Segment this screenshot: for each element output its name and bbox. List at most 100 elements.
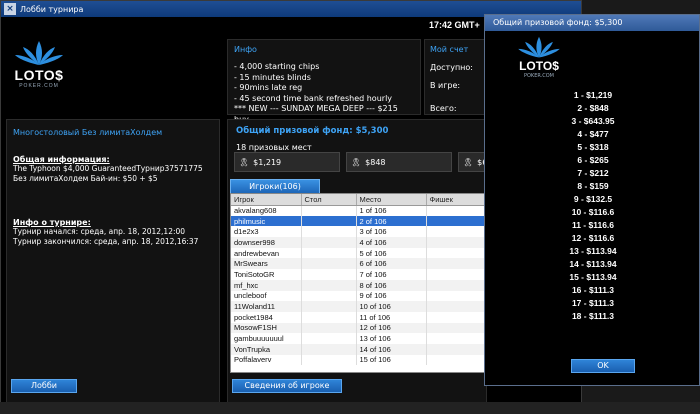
payout-line: 4 - $477	[577, 129, 609, 139]
place-cell: 14 of 106	[356, 343, 427, 355]
payout-line: 16 - $111.3	[571, 285, 615, 295]
player-name-cell: uncleboof	[231, 290, 302, 302]
table-cell	[301, 343, 357, 355]
award-icon: 🎗	[463, 157, 474, 167]
chips-cell	[426, 354, 486, 366]
table-row[interactable]: MrSwears 6 of 106	[231, 258, 486, 270]
tournament-info-panel: Многостоловый Без лимитаХолдем Общая инф…	[6, 119, 220, 403]
award-icon: 🎗	[351, 157, 362, 167]
table-row[interactable]: pocket1984 11 of 106	[231, 311, 486, 323]
payout-line: 2 - $848	[577, 103, 609, 113]
table-cell	[301, 215, 357, 227]
chips-cell	[426, 311, 486, 323]
status-bar	[0, 402, 700, 414]
col-player[interactable]: Игрок	[231, 194, 302, 206]
tab-players[interactable]: Игроки(106)	[230, 179, 320, 193]
payout-list: 1 - $1,219 2 - $848 3 - $643.95 4 - $477 5 -…	[485, 89, 700, 323]
payout-line: 17 - $111.3	[571, 298, 615, 308]
logo-subtext: POKER.COM	[19, 83, 59, 89]
chips-cell	[426, 301, 486, 312]
place-cell: 7 of 106	[356, 269, 427, 280]
player-name-cell: mf_hxc	[231, 279, 302, 291]
info-list: - 4,000 starting chips - 15 minutes blin…	[234, 62, 414, 125]
game-type-title: Многостоловый Без лимитаХолдем	[13, 128, 163, 137]
logo-text: LOTO$	[14, 67, 64, 83]
table-row[interactable]: MosowF1SH 12 of 106	[231, 322, 486, 334]
chips-cell	[426, 290, 486, 302]
payout-line: 5 - $318	[577, 142, 609, 152]
table-cell	[301, 279, 357, 291]
payout-value: $848	[365, 157, 386, 167]
table-row[interactable]: ToniSotoGR 7 of 106	[231, 269, 486, 280]
player-name-cell: d1e2x3	[231, 226, 302, 238]
award-icon: 🎗	[239, 157, 250, 167]
logo-text: LOTO$	[519, 59, 559, 73]
table-cell	[301, 247, 357, 259]
col-place[interactable]: Место	[356, 194, 427, 206]
paid-places: 18 призовых мест	[236, 143, 312, 152]
col-table[interactable]: Стол	[301, 194, 357, 206]
chips-cell	[426, 215, 486, 227]
prize-panel: Общий призовой фонд: $5,300 18 призовых …	[227, 119, 487, 403]
window-title: Лобби турнира	[20, 4, 84, 14]
table-row[interactable]: philmusic 2 of 106	[231, 215, 486, 227]
lotus-icon	[15, 41, 63, 65]
lobby-button[interactable]: Лобби	[11, 379, 77, 393]
player-name-cell: MosowF1SH	[231, 322, 302, 334]
players-table[interactable]: Игрок Стол Место Фишек akvalang608 1 of 1…	[230, 193, 486, 373]
total-label: Всего:	[430, 104, 457, 113]
info-line: - 90mins late reg	[234, 83, 303, 92]
player-name-cell: gambuuuuuuul	[231, 333, 302, 344]
place-cell: 13 of 106	[356, 333, 427, 344]
close-icon[interactable]: ×	[4, 3, 16, 15]
player-name-cell: pocket1984	[231, 311, 302, 323]
chips-cell	[426, 279, 486, 291]
table-row[interactable]: Poffalaverv 15 of 106	[231, 354, 486, 366]
ok-button[interactable]: OK	[571, 359, 635, 373]
player-details-button[interactable]: Сведения об игроке	[232, 379, 342, 393]
info-title: Инфо	[234, 45, 257, 54]
chips-cell	[426, 269, 486, 280]
payout-line: 1 - $1,219	[573, 90, 613, 100]
player-name-cell: VonTrupka	[231, 343, 302, 355]
payout-line: 11 - $116.6	[571, 220, 615, 230]
chips-cell	[426, 205, 486, 216]
info-line: - 45 second time bank refreshed hourly	[234, 93, 393, 103]
table-cell	[301, 290, 357, 302]
chips-cell	[426, 237, 486, 248]
table-row[interactable]: akvalang608 1 of 106	[231, 205, 486, 216]
payout-item: 🎗 $1,219	[234, 152, 340, 172]
table-row[interactable]: 11Woland11 10 of 106	[231, 301, 486, 312]
prize-pool-title: Общий призовой фонд: $5,300	[236, 126, 389, 136]
table-cell	[301, 354, 357, 366]
payout-line: 10 - $116.6	[571, 207, 615, 217]
place-cell: 3 of 106	[356, 226, 427, 238]
payout-line: 12 - $116.6	[571, 233, 615, 243]
clock: 17:42 GMT+	[429, 20, 480, 30]
table-row[interactable]: andrewbevan 5 of 106	[231, 247, 486, 259]
place-cell: 1 of 106	[356, 205, 427, 216]
player-name-cell: philmusic	[231, 215, 302, 227]
table-row[interactable]: mf_hxc 8 of 106	[231, 279, 486, 291]
table-row[interactable]: gambuuuuuuul 13 of 106	[231, 333, 486, 344]
table-cell	[301, 322, 357, 334]
table-row[interactable]: d1e2x3 3 of 106	[231, 226, 486, 238]
dialog-logo: LOTO$ POKER.COM	[509, 35, 569, 81]
col-chips[interactable]: Фишек	[426, 194, 486, 206]
player-name-cell: ToniSotoGR	[231, 269, 302, 280]
available-label: Доступно:	[430, 63, 473, 72]
general-info-line: Без лимитаХолдем Бай-ин: $50 + $5	[13, 174, 158, 183]
chips-cell	[426, 247, 486, 259]
table-row[interactable]: uncleboof 9 of 106	[231, 290, 486, 302]
player-name-cell: Poffalaverv	[231, 354, 302, 366]
player-name-cell: MrSwears	[231, 258, 302, 270]
table-cell	[301, 237, 357, 248]
dialog-title: Общий призовой фонд: $5,300	[485, 15, 699, 31]
payout-line: 8 - $159	[577, 181, 609, 191]
info-panel: Инфо - 4,000 starting chips - 15 minutes…	[227, 39, 421, 124]
table-cell	[301, 205, 357, 216]
table-row[interactable]: VonTrupka 14 of 106	[231, 343, 486, 355]
table-cell	[301, 258, 357, 270]
chips-cell	[426, 343, 486, 355]
table-row[interactable]: downser998 4 of 106	[231, 237, 486, 248]
